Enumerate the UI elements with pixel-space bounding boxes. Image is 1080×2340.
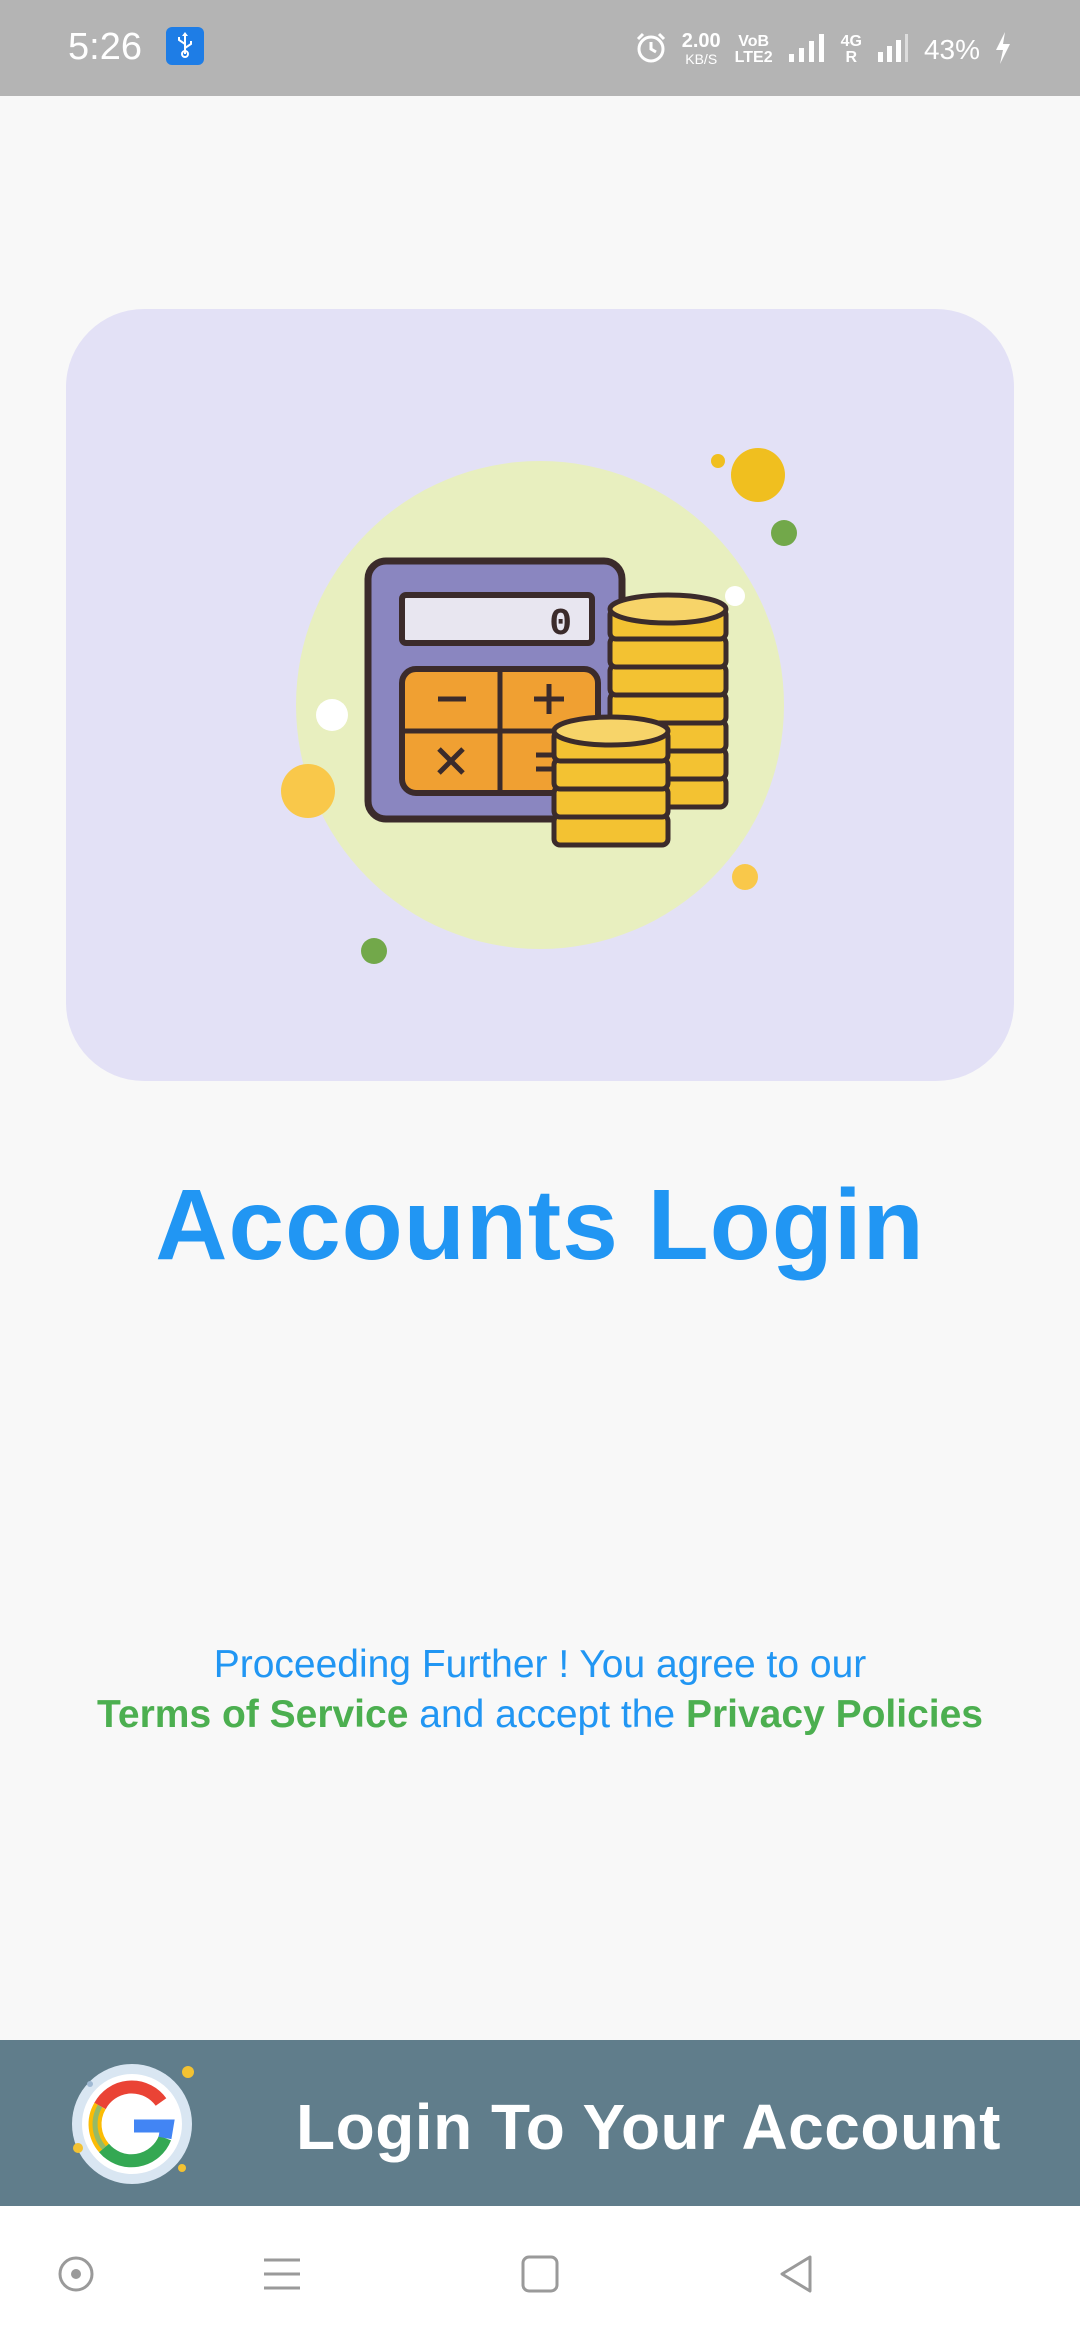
status-indicators: 2.00 KB/S VoB LTE2 4G R 43% (634, 30, 1012, 70)
page-title: Accounts Login (155, 1169, 925, 1281)
terms-of-service-link[interactable]: Terms of Service (97, 1693, 408, 1736)
assistant-icon[interactable] (46, 2244, 106, 2304)
back-icon[interactable] (766, 2244, 826, 2304)
login-screen: 5:26 2.00 KB/S VoB LTE2 4G R 43% 0 Accou… (0, 0, 1080, 2340)
volte-label-top: VoB (738, 33, 770, 50)
signal-icon-secondary (876, 32, 910, 69)
signal-icon (787, 32, 827, 69)
legal-line-1: Proceeding Further ! You agree to our (213, 1643, 867, 1686)
system-nav-bar (0, 2206, 1080, 2340)
calculator-coins-illustration: 0 (281, 448, 797, 964)
privacy-policies-link[interactable]: Privacy Policies (686, 1693, 983, 1736)
login-button-label: Login To Your Account (296, 2091, 1001, 2163)
usb-icon (166, 27, 204, 65)
network-type-indicator: 4G R (841, 34, 862, 66)
network-label-top: 4G (840, 33, 862, 50)
legal-notice: Proceeding Further ! You agree to our Te… (0, 1640, 1080, 1740)
login-button[interactable]: Login To Your Account (0, 2040, 1080, 2206)
battery-percent: 43% (923, 34, 980, 65)
net-speed: 2.00 KB/S (681, 30, 721, 68)
alarm-icon (634, 31, 668, 70)
charging-icon (994, 31, 1012, 69)
google-icon (72, 2064, 194, 2184)
volte-indicator: VoB LTE2 (735, 34, 773, 66)
status-bar: 5:26 2.00 KB/S VoB LTE2 4G R 43% (0, 0, 1080, 96)
net-speed-value: 2.00 (681, 30, 721, 52)
menu-icon[interactable] (252, 2244, 312, 2304)
status-time: 5:26 (68, 26, 142, 68)
net-speed-unit: KB/S (685, 51, 718, 67)
hero-card: 0 (66, 309, 1014, 1081)
calculator-display: 0 (549, 603, 572, 646)
volte-label-bottom: LTE2 (734, 49, 773, 66)
legal-middle-text: and accept the (419, 1693, 676, 1736)
network-label-bottom: R (845, 49, 858, 66)
home-icon[interactable] (510, 2244, 570, 2304)
legal-line-2: Terms of Service and accept the Privacy … (0, 1690, 1080, 1740)
